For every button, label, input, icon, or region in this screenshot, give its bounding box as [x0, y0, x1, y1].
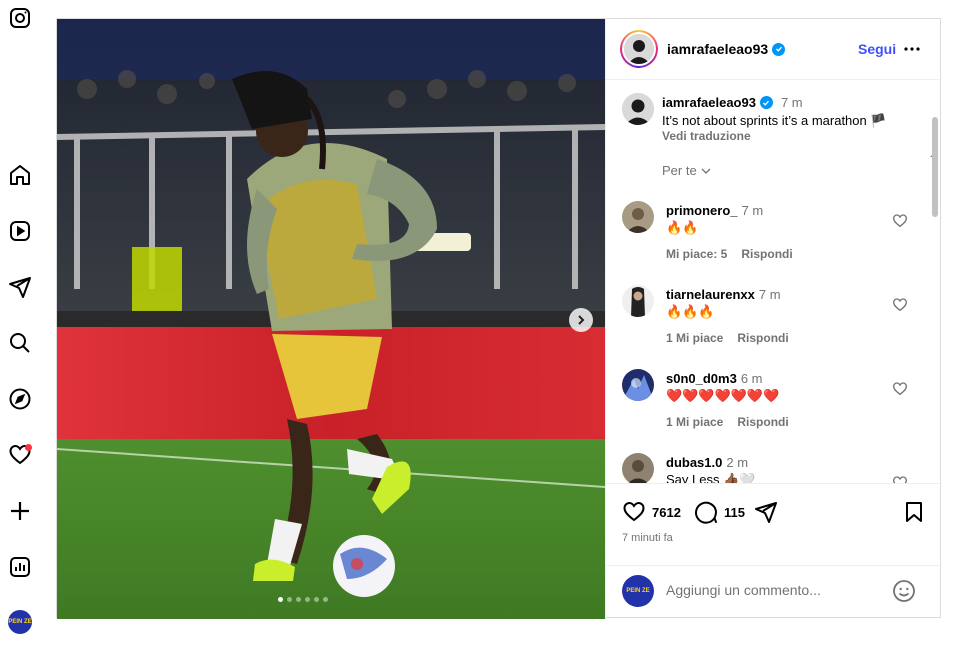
- add-comment-bar: PEIN ZE: [606, 565, 942, 619]
- carousel-dot: [287, 597, 292, 602]
- comment-time: 7 m: [741, 203, 764, 218]
- reply-button[interactable]: Rispondi: [737, 415, 788, 429]
- comment-meta: 1 Mi piace Rispondi: [666, 415, 789, 429]
- carousel-dot: [278, 597, 283, 602]
- verified-badge-icon: [772, 42, 786, 56]
- current-user-avatar: PEIN ZE: [622, 575, 654, 607]
- comment-avatar[interactable]: [622, 369, 654, 401]
- search-icon[interactable]: [7, 330, 33, 356]
- caption-text: It’s not about sprints it’s a marathon 🏴: [662, 113, 887, 128]
- comment-text: 🔥🔥🔥: [666, 304, 715, 319]
- dashboard-chart-icon[interactable]: [7, 554, 33, 580]
- comment-username[interactable]: dubas1.0: [666, 455, 722, 470]
- comment-text: 🔥🔥: [666, 220, 699, 235]
- avatar-text: PEIN ZE: [626, 588, 650, 594]
- comment-like-heart-icon[interactable]: [892, 381, 908, 397]
- comment-text: ❤️❤️❤️❤️❤️❤️❤️: [666, 388, 780, 403]
- emoji-picker-icon[interactable]: [892, 579, 916, 603]
- likes-count[interactable]: 7612: [652, 505, 681, 520]
- chevron-right-icon: [578, 315, 585, 325]
- comment-like-heart-icon[interactable]: [892, 475, 908, 483]
- home-icon[interactable]: [7, 162, 33, 188]
- comment-item: primonero_ 7 m 🔥🔥 Mi piace: 5 Rispondi: [606, 201, 926, 271]
- comment-text: Say Less 👍🏾🤍: [666, 472, 756, 483]
- carousel-dot: [296, 597, 301, 602]
- more-options-icon[interactable]: [902, 41, 922, 57]
- carousel-dots: [278, 597, 328, 602]
- post-sidebar: iamrafaeleao93 Segui iamrafaeleao93 7 m …: [605, 19, 942, 619]
- notifications-heart-icon[interactable]: [7, 442, 33, 468]
- create-plus-icon[interactable]: [7, 498, 33, 524]
- caption-avatar[interactable]: [622, 93, 654, 125]
- comment-username[interactable]: s0n0_d0m3: [666, 371, 737, 386]
- post-actions-bar: 7612 115 7 minuti fa: [606, 483, 942, 553]
- post-modal: iamrafaeleao93 Segui iamrafaeleao93 7 m …: [56, 18, 942, 619]
- avatar-text: PEIN ZE: [8, 619, 32, 625]
- save-action[interactable]: [902, 500, 926, 524]
- comment-avatar[interactable]: [622, 285, 654, 317]
- comment-likes-count[interactable]: Mi piace: 5: [666, 247, 727, 261]
- post-header: iamrafaeleao93 Segui: [606, 19, 942, 80]
- comments-panel[interactable]: iamrafaeleao93 7 m It’s not about sprint…: [606, 81, 942, 483]
- reels-icon[interactable]: [7, 218, 33, 244]
- comment-filter-label: Per te: [662, 163, 697, 178]
- profile-avatar[interactable]: PEIN ZE: [8, 610, 32, 634]
- header-username[interactable]: iamrafaeleao93: [667, 41, 768, 57]
- header-username-group[interactable]: iamrafaeleao93: [667, 41, 786, 57]
- reply-button[interactable]: Rispondi: [737, 331, 788, 345]
- story-ring-avatar[interactable]: [620, 30, 658, 68]
- comment-item: s0n0_d0m3 6 m ❤️❤️❤️❤️❤️❤️❤️ 1 Mi piace Ri…: [606, 369, 926, 439]
- like-heart-icon[interactable]: [622, 500, 646, 524]
- comment-username-group: primonero_ 7 m: [666, 203, 763, 218]
- comment-username[interactable]: tiarnelaurenxx: [666, 287, 755, 302]
- comment-action[interactable]: 115: [694, 500, 745, 524]
- carousel-dot: [323, 597, 328, 602]
- comment-meta: 1 Mi piace Rispondi: [666, 331, 789, 345]
- carousel-next-button[interactable]: [569, 308, 593, 332]
- follow-button[interactable]: Segui: [858, 41, 896, 57]
- comment-filter-dropdown[interactable]: Per te: [662, 163, 711, 178]
- like-action[interactable]: 7612: [622, 500, 681, 524]
- comment-avatar[interactable]: [622, 201, 654, 233]
- notification-badge: [25, 444, 32, 451]
- bookmark-icon[interactable]: [902, 500, 926, 524]
- post-media[interactable]: [57, 19, 605, 619]
- explore-icon[interactable]: [7, 386, 33, 412]
- post-photo: [57, 19, 605, 619]
- comment-time: 7 m: [758, 287, 781, 302]
- comment-username-group: tiarnelaurenxx 7 m: [666, 287, 781, 302]
- share-action[interactable]: [754, 500, 778, 524]
- comment-avatar[interactable]: [622, 453, 654, 483]
- carousel-dot: [314, 597, 319, 602]
- caption-username-group: iamrafaeleao93 7 m: [662, 95, 803, 110]
- verified-badge-icon: [759, 96, 773, 109]
- add-comment-input[interactable]: [666, 582, 886, 598]
- comment-likes-count[interactable]: 1 Mi piace: [666, 331, 723, 345]
- comment-like-heart-icon[interactable]: [892, 297, 908, 313]
- share-paper-plane-icon[interactable]: [754, 500, 778, 524]
- comment-item: dubas1.0 2 m Say Less 👍🏾🤍: [606, 453, 926, 483]
- see-translation-link[interactable]: Vedi traduzione: [662, 129, 751, 143]
- caption-username[interactable]: iamrafaeleao93: [662, 95, 756, 110]
- comment-username-group: s0n0_d0m3 6 m: [666, 371, 763, 386]
- caption-time: 7 m: [780, 95, 803, 110]
- comment-time: 2 m: [726, 455, 749, 470]
- comment-time: 6 m: [740, 371, 763, 386]
- instagram-logo-icon[interactable]: [7, 5, 33, 31]
- messages-icon[interactable]: [7, 274, 33, 300]
- comment-item: tiarnelaurenxx 7 m 🔥🔥🔥 1 Mi piace Rispondi: [606, 285, 926, 355]
- chevron-down-icon: [701, 168, 711, 174]
- left-navigation: PEIN ZE: [0, 0, 40, 645]
- comment-username-group: dubas1.0 2 m: [666, 455, 748, 470]
- comment-likes-count[interactable]: 1 Mi piace: [666, 415, 723, 429]
- comments-count[interactable]: 115: [724, 505, 745, 520]
- reply-button[interactable]: Rispondi: [741, 247, 792, 261]
- carousel-dot: [305, 597, 310, 602]
- comment-like-heart-icon[interactable]: [892, 213, 908, 229]
- comment-bubble-icon[interactable]: [694, 500, 718, 524]
- comment-meta: Mi piace: 5 Rispondi: [666, 247, 793, 261]
- scrollbar-thumb[interactable]: [932, 117, 938, 217]
- posted-time: 7 minuti fa: [622, 532, 673, 544]
- comment-username[interactable]: primonero_: [666, 203, 738, 218]
